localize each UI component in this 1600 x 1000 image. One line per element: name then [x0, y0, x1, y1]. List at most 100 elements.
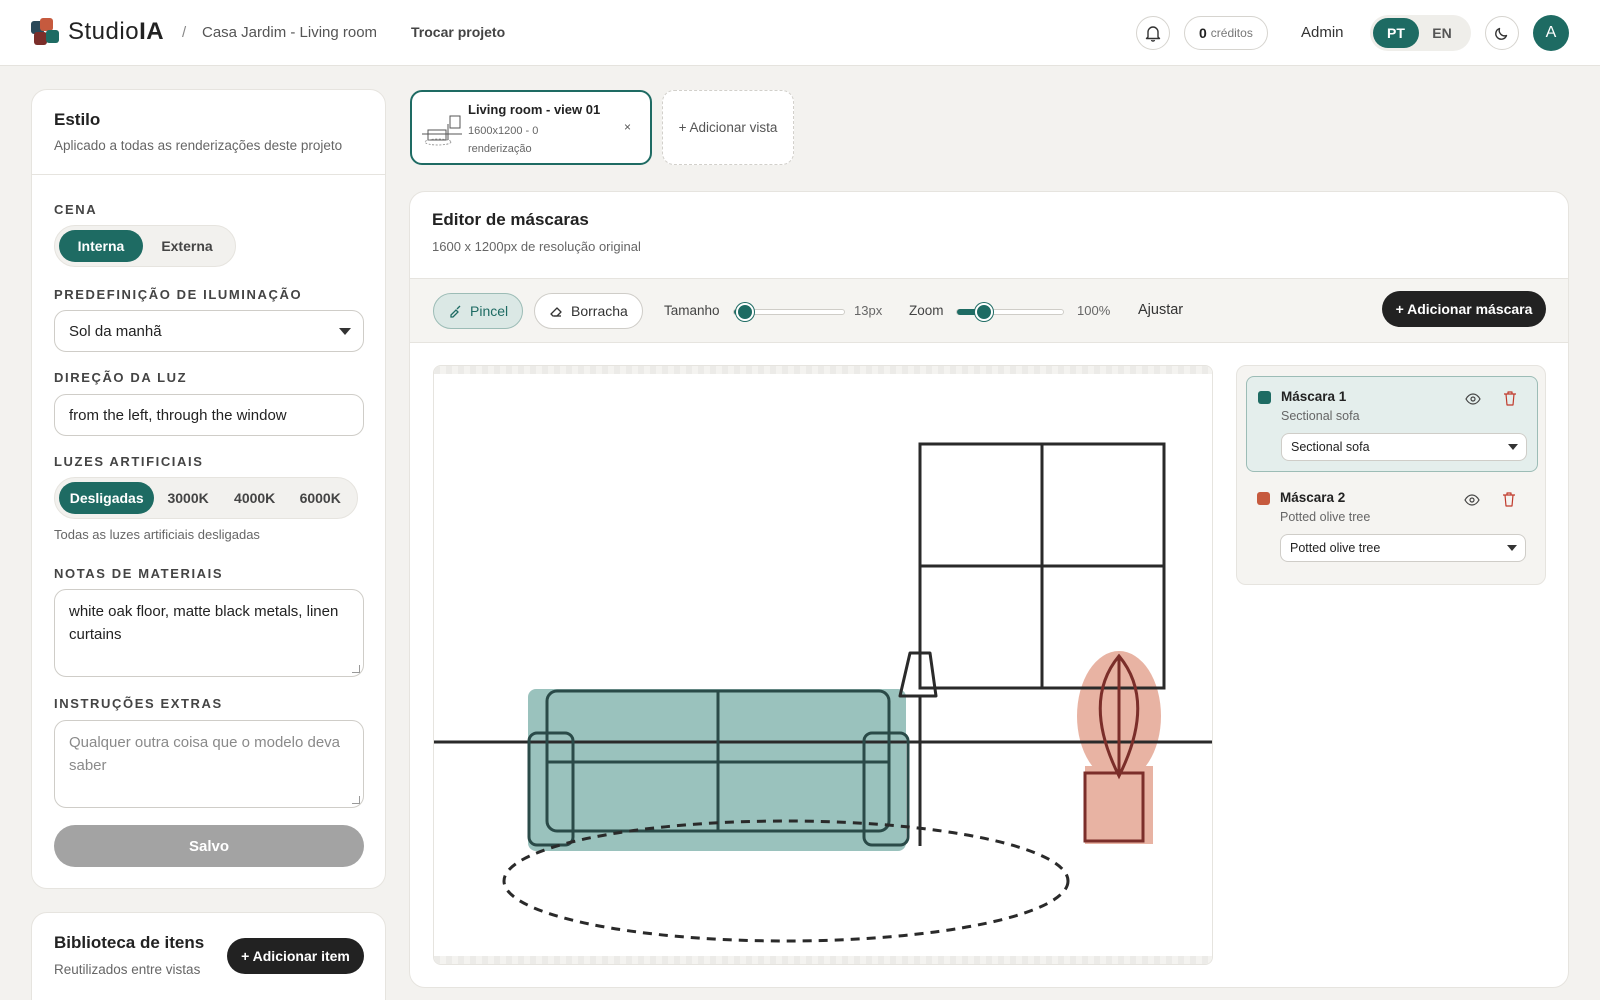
zoom-handle[interactable]	[975, 303, 993, 321]
scene-internal-option[interactable]: Interna	[59, 230, 143, 262]
lang-en[interactable]: EN	[1419, 18, 1465, 48]
studio-logo-icon[interactable]	[31, 18, 60, 47]
mask-color-swatch	[1258, 391, 1271, 404]
view-name: Living room - view 01	[468, 102, 601, 117]
lighting-preset-value: Sol da manhã	[69, 322, 162, 340]
mask-object-value: Potted olive tree	[1290, 541, 1381, 555]
mask-object-select[interactable]: Sectional sofa	[1281, 433, 1527, 461]
top-bar: StudioIA / Casa Jardim - Living room Tro…	[0, 0, 1600, 66]
eraser-tool-button[interactable]: Borracha	[534, 293, 643, 329]
avatar[interactable]: A	[1533, 15, 1569, 51]
lang-pt[interactable]: PT	[1373, 18, 1419, 48]
close-icon[interactable]: ×	[624, 120, 631, 134]
extra-instructions-label: INSTRUÇÕES EXTRAS	[54, 696, 223, 711]
lights-3000k-option[interactable]: 3000K	[154, 482, 222, 514]
trash-icon[interactable]	[1502, 491, 1516, 507]
lights-6000k-option[interactable]: 6000K	[287, 482, 353, 514]
zoom-label: Zoom	[909, 303, 944, 318]
moon-icon	[1495, 27, 1508, 40]
style-subtitle: Aplicado a todas as renderizações deste …	[54, 138, 343, 153]
brush-size-handle[interactable]	[736, 303, 754, 321]
save-button[interactable]: Salvo	[54, 825, 364, 867]
brush-size-value: 13px	[854, 303, 883, 318]
eye-icon[interactable]	[1464, 494, 1480, 506]
breadcrumb-project: Casa Jardim - Living room	[202, 24, 378, 41]
library-subtitle: Reutilizados entre vistas	[54, 962, 201, 977]
mask-color-swatch	[1257, 492, 1270, 505]
divider	[32, 174, 385, 175]
switch-project-link[interactable]: Trocar projeto	[411, 24, 505, 40]
admin-link[interactable]: Admin	[1301, 24, 1344, 41]
lights-4000k-option[interactable]: 4000K	[222, 482, 288, 514]
extra-instructions-textarea[interactable]: Qualquer outra coisa que o modelo deva s…	[54, 720, 364, 808]
lights-off-option[interactable]: Desligadas	[59, 482, 155, 514]
chevron-down-icon	[339, 328, 351, 335]
add-item-button[interactable]: + Adicionar item	[227, 938, 364, 974]
sketch-drawing[interactable]	[434, 366, 1213, 965]
mask-canvas[interactable]	[433, 365, 1213, 965]
trash-icon[interactable]	[1503, 390, 1517, 406]
mask-subject: Potted olive tree	[1280, 510, 1371, 524]
scene-label: CENA	[54, 202, 98, 217]
resize-handle[interactable]	[352, 796, 360, 804]
view-meta: 1600x1200 - 0 renderização	[468, 125, 539, 155]
lighting-preset-select[interactable]: Sol da manhã	[54, 310, 364, 352]
mask-object-value: Sectional sofa	[1291, 440, 1370, 454]
resize-handle[interactable]	[352, 665, 360, 673]
chevron-down-icon	[1508, 444, 1518, 450]
brush-icon	[450, 305, 461, 318]
artificial-lights-toggle: Desligadas 3000K 4000K 6000K	[54, 477, 358, 519]
mask-editor-panel: Editor de máscaras 1600 x 1200px de reso…	[409, 191, 1569, 988]
chevron-down-icon	[1507, 545, 1517, 551]
light-direction-label: DIREÇÃO DA LUZ	[54, 370, 188, 385]
notifications-button[interactable]	[1136, 16, 1170, 50]
brush-size-label: Tamanho	[664, 303, 720, 318]
lighting-preset-label: PREDEFINIÇÃO DE ILUMINAÇÃO	[54, 287, 303, 302]
brush-tool-button[interactable]: Pincel	[433, 293, 524, 329]
light-direction-value: from the left, through the window	[69, 406, 287, 424]
add-mask-button[interactable]: + Adicionar máscara	[1382, 291, 1546, 327]
brush-size-slider[interactable]	[733, 303, 845, 321]
fit-button[interactable]: Ajustar	[1138, 302, 1183, 318]
view-tab-active[interactable]: Living room - view 01 1600x1200 - 0 rend…	[410, 90, 652, 165]
credits-badge[interactable]: 0 créditos	[1184, 16, 1268, 50]
editor-title: Editor de máscaras	[432, 210, 589, 229]
editor-subtitle: 1600 x 1200px de resolução original	[432, 239, 641, 254]
mask-name: Máscara 2	[1280, 490, 1346, 505]
add-view-button[interactable]: + Adicionar vista	[662, 90, 794, 165]
style-panel: Estilo Aplicado a todas as renderizações…	[31, 89, 386, 889]
artificial-lights-help: Todas as luzes artificiais desligadas	[54, 527, 260, 542]
canvas-edge	[434, 956, 1212, 964]
light-direction-input[interactable]: from the left, through the window	[54, 394, 364, 436]
brush-label: Pincel	[470, 303, 509, 319]
mask-subject: Sectional sofa	[1281, 409, 1360, 423]
theme-toggle-button[interactable]	[1485, 16, 1519, 50]
eraser-icon	[550, 307, 562, 317]
language-toggle: PT EN	[1370, 15, 1471, 51]
breadcrumb-separator: /	[182, 24, 187, 41]
item-library-panel: Biblioteca de itens Reutilizados entre v…	[31, 912, 386, 1000]
brand-name[interactable]: StudioIA	[68, 18, 164, 46]
materials-value: white oak floor, matte black metals, lin…	[69, 603, 339, 643]
bell-icon	[1145, 26, 1161, 42]
eraser-label: Borracha	[571, 303, 628, 319]
materials-textarea[interactable]: white oak floor, matte black metals, lin…	[54, 589, 364, 677]
mask-object-select[interactable]: Potted olive tree	[1280, 534, 1526, 562]
extra-instructions-placeholder: Qualquer outra coisa que o modelo deva s…	[69, 734, 341, 774]
mask-item[interactable]: Máscara 2 Potted olive tree Potted olive…	[1246, 478, 1538, 574]
view-thumbnail	[422, 115, 462, 146]
mask-list: Máscara 1 Sectional sofa Sectional sofa …	[1236, 365, 1546, 585]
artificial-lights-label: LUZES ARTIFICIAIS	[54, 454, 204, 469]
editor-toolbar: Pincel Borracha Tamanho 13px Zoom 100% A…	[410, 278, 1568, 343]
mask-item[interactable]: Máscara 1 Sectional sofa Sectional sofa	[1246, 376, 1538, 472]
library-title: Biblioteca de itens	[54, 933, 205, 952]
materials-label: NOTAS DE MATERIAIS	[54, 566, 224, 581]
scene-toggle: Interna Externa	[54, 225, 236, 267]
scene-external-option[interactable]: Externa	[143, 230, 231, 262]
style-title: Estilo	[54, 110, 101, 129]
mask-name: Máscara 1	[1281, 389, 1347, 404]
window-outline	[918, 442, 1166, 690]
zoom-slider[interactable]	[956, 303, 1064, 321]
eye-icon[interactable]	[1465, 393, 1481, 405]
zoom-value: 100%	[1077, 303, 1111, 318]
